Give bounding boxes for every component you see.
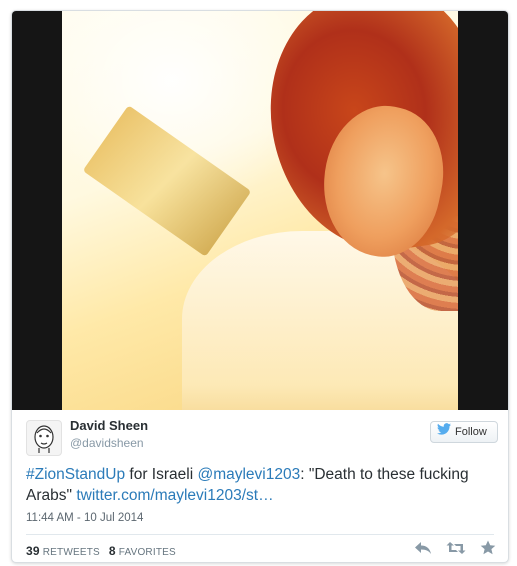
- retweets-count[interactable]: 39: [26, 544, 40, 558]
- avatar[interactable]: [26, 420, 62, 456]
- retweets-label: RETWEETS: [42, 547, 100, 558]
- follow-label: Follow: [455, 426, 487, 438]
- mention-link[interactable]: @maylevi1203: [197, 466, 300, 483]
- tweet-timestamp[interactable]: 11:44 AM - 10 Jul 2014: [26, 512, 143, 524]
- tweet-text: #ZionStandUp for Israeli @maylevi1203: "…: [26, 464, 496, 506]
- tweet-stats: 39 RETWEETS 8 FAVORITES: [26, 544, 176, 558]
- tweet-photo[interactable]: [62, 11, 458, 410]
- avatar-face-icon: [34, 425, 54, 453]
- author-name[interactable]: David Sheen: [70, 418, 148, 433]
- twitter-bird-icon: [437, 422, 451, 442]
- author-handle[interactable]: @davidsheen: [70, 436, 144, 450]
- favorites-label: FAVORITES: [118, 547, 176, 558]
- star-icon[interactable]: [480, 540, 496, 560]
- follow-button[interactable]: Follow: [430, 421, 498, 443]
- url-link[interactable]: twitter.com/maylevi1203/st…: [76, 487, 273, 504]
- favorites-count[interactable]: 8: [109, 544, 116, 558]
- tweet-body: David Sheen @davidsheen Follow #ZionStan…: [12, 410, 508, 562]
- tweet-media[interactable]: [12, 11, 508, 410]
- reply-icon[interactable]: [414, 541, 432, 560]
- retweet-icon[interactable]: [446, 541, 466, 560]
- tweet-text-part: for Israeli: [125, 466, 198, 483]
- embedded-tweet-card: David Sheen @davidsheen Follow #ZionStan…: [11, 10, 509, 563]
- tweet-actions: [414, 540, 496, 560]
- hashtag-link[interactable]: #ZionStandUp: [26, 466, 125, 483]
- divider: [26, 534, 494, 535]
